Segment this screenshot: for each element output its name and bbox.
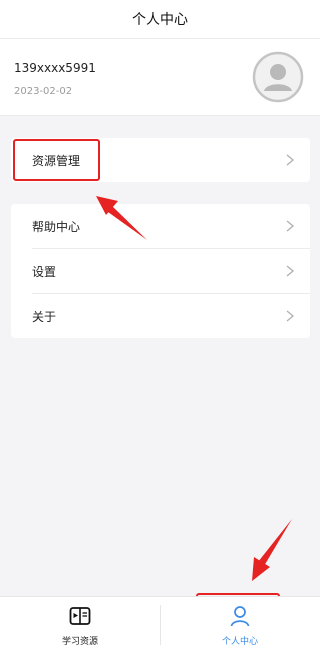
menu-item-settings-label: 设置 — [32, 265, 57, 279]
user-avatar-icon[interactable] — [252, 51, 304, 103]
page-title: 个人中心 — [132, 12, 188, 28]
person-icon — [230, 606, 250, 627]
chevron-right-icon — [286, 265, 295, 277]
annotation-arrow-tab — [252, 519, 292, 581]
tab-personal-center[interactable]: 个人中心 — [160, 597, 320, 656]
profile-section[interactable]: 139xxxx5991 2023-02-02 — [0, 39, 320, 116]
chevron-right-icon — [286, 310, 295, 322]
tab-learning-resources[interactable]: 学习资源 — [0, 597, 160, 656]
menu-card-general: 帮助中心 设置 关于 — [11, 204, 310, 338]
profile-date: 2023-02-02 — [14, 86, 73, 97]
menu-item-about-label: 关于 — [32, 310, 57, 324]
annotation-highlight-resources — [13, 139, 100, 181]
book-icon — [69, 607, 91, 625]
top-bar: 个人中心 — [0, 0, 320, 39]
tab-bar: 学习资源 个人中心 — [0, 596, 320, 656]
chevron-right-icon — [286, 154, 295, 166]
menu-item-settings[interactable]: 设置 — [11, 249, 310, 293]
chevron-right-icon — [286, 220, 295, 232]
tab-learning-resources-label: 学习资源 — [61, 637, 98, 647]
profile-phone: 139xxxx5991 — [14, 61, 96, 75]
menu-item-help-label: 帮助中心 — [32, 220, 81, 234]
menu-item-help[interactable]: 帮助中心 — [11, 204, 310, 248]
tab-personal-center-label: 个人中心 — [221, 637, 258, 647]
menu-item-about[interactable]: 关于 — [11, 294, 310, 338]
